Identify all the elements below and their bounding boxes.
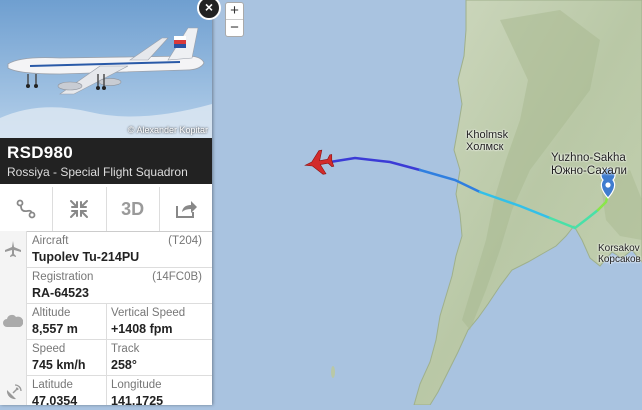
- altitude-value: 8,557 m: [32, 322, 78, 336]
- registration-code: (14FC0B): [152, 271, 202, 283]
- label-yuzhno-ru: Южно-Сахали: [551, 165, 627, 177]
- close-icon: ×: [204, 0, 214, 15]
- share-icon: [175, 201, 197, 218]
- satellite-dish-icon: [0, 375, 27, 405]
- islet: [331, 366, 335, 378]
- label-korsakov-ru: Корсаков: [598, 254, 641, 265]
- photo-credit[interactable]: © Alexander Kopitar: [128, 125, 208, 135]
- speed-label: Speed: [32, 343, 66, 355]
- track-label: Track: [111, 343, 140, 355]
- view-3d-button[interactable]: 3D: [107, 187, 160, 231]
- route-button[interactable]: [0, 187, 54, 231]
- aircraft-value: Tupolev Tu-214PU: [32, 250, 140, 264]
- registration-icon-column: [0, 267, 27, 303]
- share-button[interactable]: [160, 187, 212, 231]
- airline-name: Rossiya - Special Flight Squadron: [7, 165, 188, 179]
- aircraft-type-code: (T204): [168, 235, 202, 247]
- aircraft-photo: © Alexander Kopitar: [0, 0, 212, 138]
- cloud-icon: [0, 303, 27, 339]
- zoom-in-button[interactable]: +: [226, 3, 243, 19]
- flight-header: RSD980 Rossiya - Special Flight Squadron: [0, 138, 212, 184]
- route-icon: [16, 199, 36, 219]
- registration-row: Registration (14FC0B) RA-64523: [0, 267, 212, 304]
- speed-value: 745 km/h: [32, 358, 86, 372]
- airplane-icon: [0, 231, 27, 267]
- registration-label: Registration: [32, 271, 94, 283]
- altitude-row: Altitude 8,557 m Vertical Speed +1408 fp…: [0, 303, 212, 340]
- label-kholmsk-en: Kholmsk: [466, 129, 509, 141]
- speed-row: Speed 745 km/h Track 258°: [0, 339, 212, 376]
- aircraft-label: Aircraft: [32, 235, 69, 247]
- label-kholmsk-ru: Холмск: [466, 141, 504, 153]
- callsign: RSD980: [7, 143, 74, 162]
- flight-info-panel: © Alexander Kopitar RSD980 Rossiya - Spe…: [0, 0, 212, 405]
- position-row: Latitude 47.0354 Longitude 141.1725: [0, 375, 212, 405]
- track-value: 258°: [111, 358, 137, 372]
- aircraft-row: Aircraft (T204) Tupolev Tu-214PU: [0, 231, 212, 268]
- label-korsakov-en: Korsakov: [598, 243, 640, 254]
- collapse-arrows-icon: [70, 200, 89, 218]
- fit-view-button[interactable]: [53, 187, 107, 231]
- latitude-label: Latitude: [32, 379, 73, 391]
- zoom-control: + −: [225, 2, 244, 37]
- longitude-value: 141.1725: [111, 394, 164, 405]
- panel-toolbar: 3D: [0, 187, 212, 232]
- latitude-value: 47.0354: [32, 394, 78, 405]
- label-yuzhno-en: Yuzhno-Sakha: [551, 152, 626, 164]
- altitude-label: Altitude: [32, 307, 71, 319]
- registration-value: RA-64523: [32, 286, 89, 300]
- longitude-label: Longitude: [111, 379, 162, 391]
- aircraft-photo-image: [0, 0, 212, 138]
- vertical-speed-label: Vertical Speed: [111, 307, 186, 319]
- vertical-speed-value: +1408 fpm: [111, 322, 173, 336]
- zoom-out-button[interactable]: −: [226, 19, 243, 36]
- speed-icon-column: [0, 339, 27, 375]
